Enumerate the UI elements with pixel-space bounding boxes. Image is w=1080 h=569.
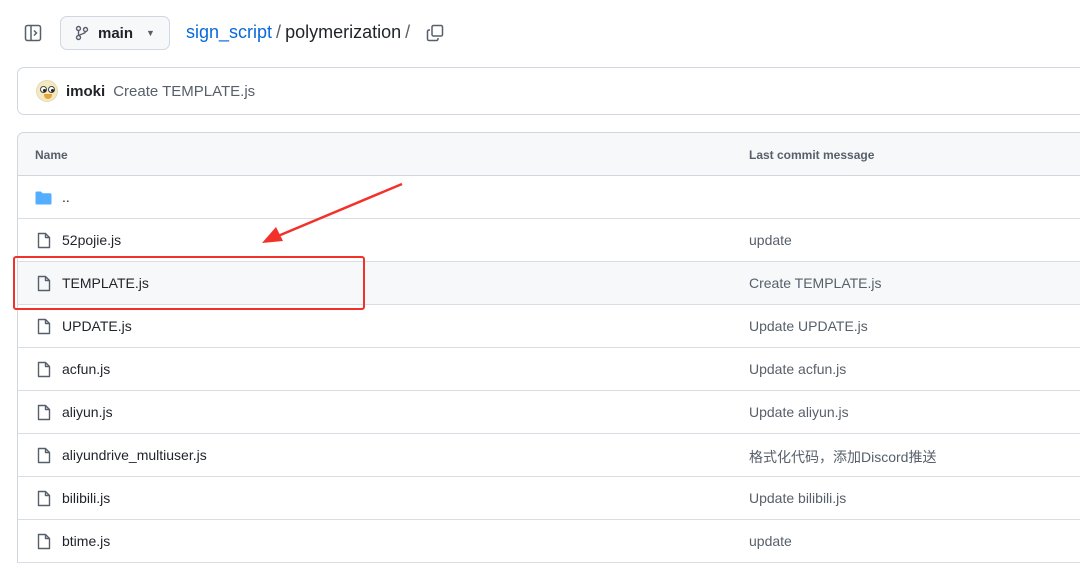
parent-dir-link[interactable]: .. xyxy=(62,189,70,205)
table-row[interactable]: TEMPLATE.js Create TEMPLATE.js xyxy=(18,262,1080,305)
breadcrumb-separator: / xyxy=(276,22,282,42)
table-row[interactable]: aliyundrive_multiuser.js 格式化代码，添加Discord… xyxy=(18,434,1080,477)
file-icon xyxy=(35,361,52,378)
breadcrumb-repo-link[interactable]: sign_script xyxy=(186,22,272,43)
file-icon xyxy=(35,490,52,507)
table-row[interactable]: bilibili.js Update bilibili.js xyxy=(18,477,1080,520)
file-commit-message[interactable]: Update acfun.js xyxy=(749,361,846,377)
branch-name: main xyxy=(98,24,134,42)
copy-path-icon[interactable] xyxy=(424,22,446,44)
file-commit-message[interactable]: Update bilibili.js xyxy=(749,490,846,506)
branch-select-button[interactable]: main ▼ xyxy=(60,16,170,50)
chevron-down-icon: ▼ xyxy=(146,28,155,38)
file-name-link[interactable]: acfun.js xyxy=(62,361,110,377)
file-icon xyxy=(35,232,52,249)
latest-commit-bar: imoki Create TEMPLATE.js xyxy=(17,67,1080,115)
table-row-parent-dir[interactable]: .. xyxy=(18,176,1080,219)
table-row[interactable]: btime.js update xyxy=(18,520,1080,563)
breadcrumb: sign_script / polymerization / xyxy=(186,22,414,43)
repo-header: main ▼ sign_script / polymerization / xyxy=(0,0,1080,66)
file-name-link[interactable]: TEMPLATE.js xyxy=(62,275,149,291)
table-row[interactable]: 52pojie.js update xyxy=(18,219,1080,262)
file-icon xyxy=(35,404,52,421)
file-name-link[interactable]: aliyun.js xyxy=(62,404,113,420)
file-commit-message[interactable]: update xyxy=(749,533,792,549)
breadcrumb-current-dir: polymerization xyxy=(285,22,402,42)
file-name-link[interactable]: aliyundrive_multiuser.js xyxy=(62,447,207,463)
file-name-link[interactable]: UPDATE.js xyxy=(62,318,132,334)
file-commit-message[interactable]: 格式化代码，添加Discord推送 xyxy=(749,447,936,467)
file-name-link[interactable]: btime.js xyxy=(62,533,110,549)
file-icon xyxy=(35,275,52,292)
column-header-name: Name xyxy=(35,148,68,162)
git-branch-icon xyxy=(74,25,90,41)
file-icon xyxy=(35,447,52,464)
file-icon xyxy=(35,533,52,550)
commit-message[interactable]: Create TEMPLATE.js xyxy=(113,83,255,100)
table-row[interactable]: aliyun.js Update aliyun.js xyxy=(18,391,1080,434)
table-row[interactable]: acfun.js Update acfun.js xyxy=(18,348,1080,391)
table-header: Name Last commit message xyxy=(18,133,1080,176)
file-commit-message[interactable]: Update aliyun.js xyxy=(749,404,849,420)
file-table: Name Last commit message .. 52pojie.js u… xyxy=(17,132,1080,563)
column-header-commit-message: Last commit message xyxy=(749,148,875,162)
folder-icon xyxy=(35,189,52,206)
file-icon xyxy=(35,318,52,335)
file-name-link[interactable]: bilibili.js xyxy=(62,490,110,506)
file-commit-message[interactable]: update xyxy=(749,232,792,248)
table-row[interactable]: UPDATE.js Update UPDATE.js xyxy=(18,305,1080,348)
file-name-link[interactable]: 52pojie.js xyxy=(62,232,121,248)
file-commit-message[interactable]: Update UPDATE.js xyxy=(749,318,868,334)
avatar[interactable] xyxy=(36,80,58,102)
breadcrumb-separator: / xyxy=(405,22,411,42)
commit-author[interactable]: imoki xyxy=(66,83,105,100)
file-commit-message[interactable]: Create TEMPLATE.js xyxy=(749,275,882,291)
side-panel-toggle-icon[interactable] xyxy=(22,22,44,44)
